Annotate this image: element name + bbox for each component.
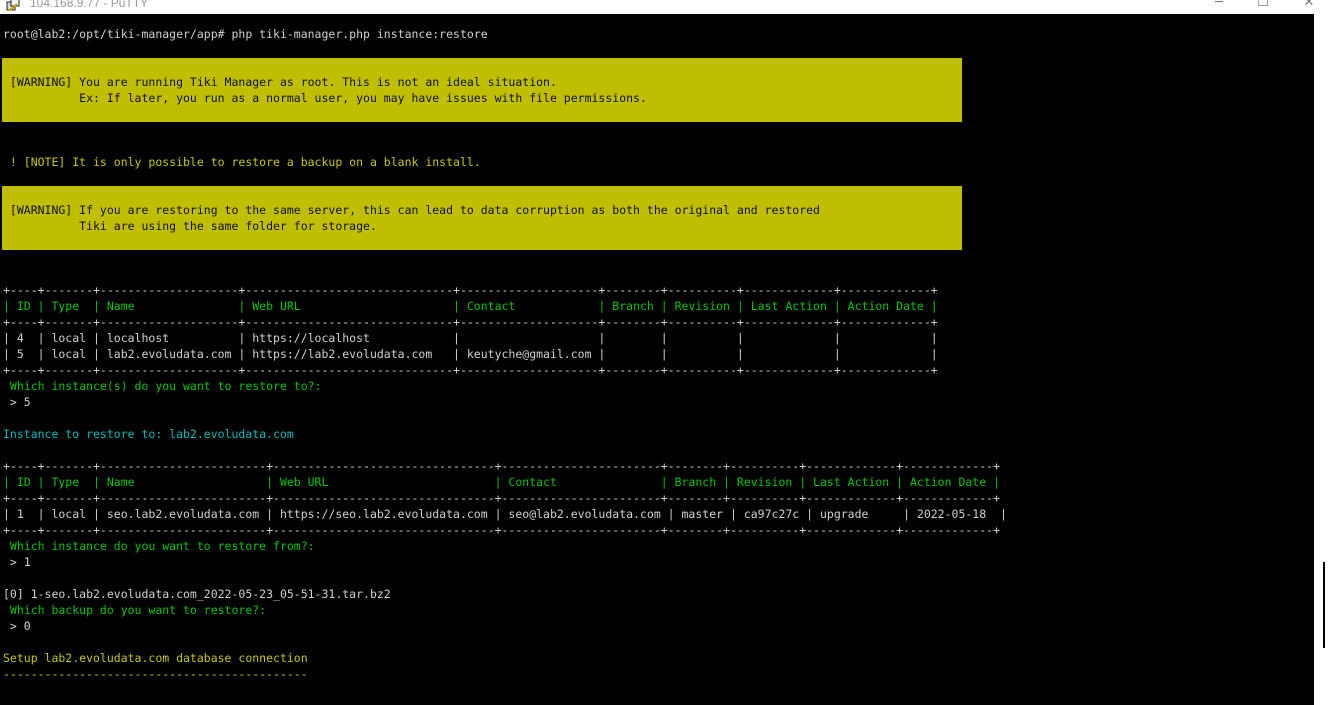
warning-restore-line1: [WARNING] If you are restoring to the sa… <box>3 203 820 217</box>
question-backup: Which backup do you want to restore?: <box>3 603 267 617</box>
answer-restore-to: > 5 <box>3 395 31 409</box>
scrollbar[interactable] <box>1314 14 1329 705</box>
command-prompt: root@lab2:/opt/tiki-manager/app# php tik… <box>3 27 488 41</box>
warning-box-root: [WARNING] You are running Tiki Manager a… <box>2 58 962 122</box>
terminal-screen[interactable]: root@lab2:/opt/tiki-manager/app# php tik… <box>0 17 1314 705</box>
answer-backup: > 0 <box>3 619 31 633</box>
instance-info: Instance to restore to: lab2.evoludata.c… <box>3 427 294 441</box>
warning-restore-line2: Tiki are using the same folder for stora… <box>3 219 377 233</box>
table-border: +----+-------+--------------------+-----… <box>3 363 938 377</box>
warning-root-line1: [WARNING] You are running Tiki Manager a… <box>3 75 557 89</box>
maximize-button[interactable]: ☐ <box>1248 0 1278 12</box>
table-row: | 5 | local | lab2.evoludata.com | https… <box>3 347 938 361</box>
minimize-button[interactable]: ─ <box>1204 0 1234 12</box>
scrollbar-thumb[interactable] <box>1323 562 1325 648</box>
table-border: +----+-------+--------------------+-----… <box>3 315 938 329</box>
setup-heading: Setup lab2.evoludata.com database connec… <box>3 651 308 665</box>
note-message: ! [NOTE] It is only possible to restore … <box>3 155 481 169</box>
table-border: +----+-------+------------------------+-… <box>3 459 1000 473</box>
question-restore-to: Which instance(s) do you want to restore… <box>3 379 322 393</box>
setup-underline: ----------------------------------------… <box>3 667 308 681</box>
window-titlebar: 104.168.9.77 - PuTTY ─ ☐ ✕ <box>0 0 1329 14</box>
table-header: | ID | Type | Name | Web URL | Contact |… <box>3 299 938 313</box>
warning-root-line2: Ex: If later, you run as a normal user, … <box>3 91 647 105</box>
close-button[interactable]: ✕ <box>1294 0 1324 12</box>
warning-box-restore: [WARNING] If you are restoring to the sa… <box>2 186 962 250</box>
putty-icon <box>6 0 20 12</box>
answer-restore-from: > 1 <box>3 555 31 569</box>
table-row: | 1 | local | seo.lab2.evoludata.com | h… <box>3 507 1007 521</box>
window-title: 104.168.9.77 - PuTTY <box>30 0 149 10</box>
table-border: +----+-------+------------------------+-… <box>3 491 1000 505</box>
backup-list-item: [0] 1-seo.lab2.evoludata.com_2022-05-23_… <box>3 587 391 601</box>
table-row: | 4 | local | localhost | https://localh… <box>3 331 938 345</box>
question-restore-from: Which instance do you want to restore fr… <box>3 539 315 553</box>
table-border: +----+-------+------------------------+-… <box>3 523 1000 537</box>
table-header: | ID | Type | Name | Web URL | Contact |… <box>3 475 1000 489</box>
table-border: +----+-------+--------------------+-----… <box>3 283 938 297</box>
